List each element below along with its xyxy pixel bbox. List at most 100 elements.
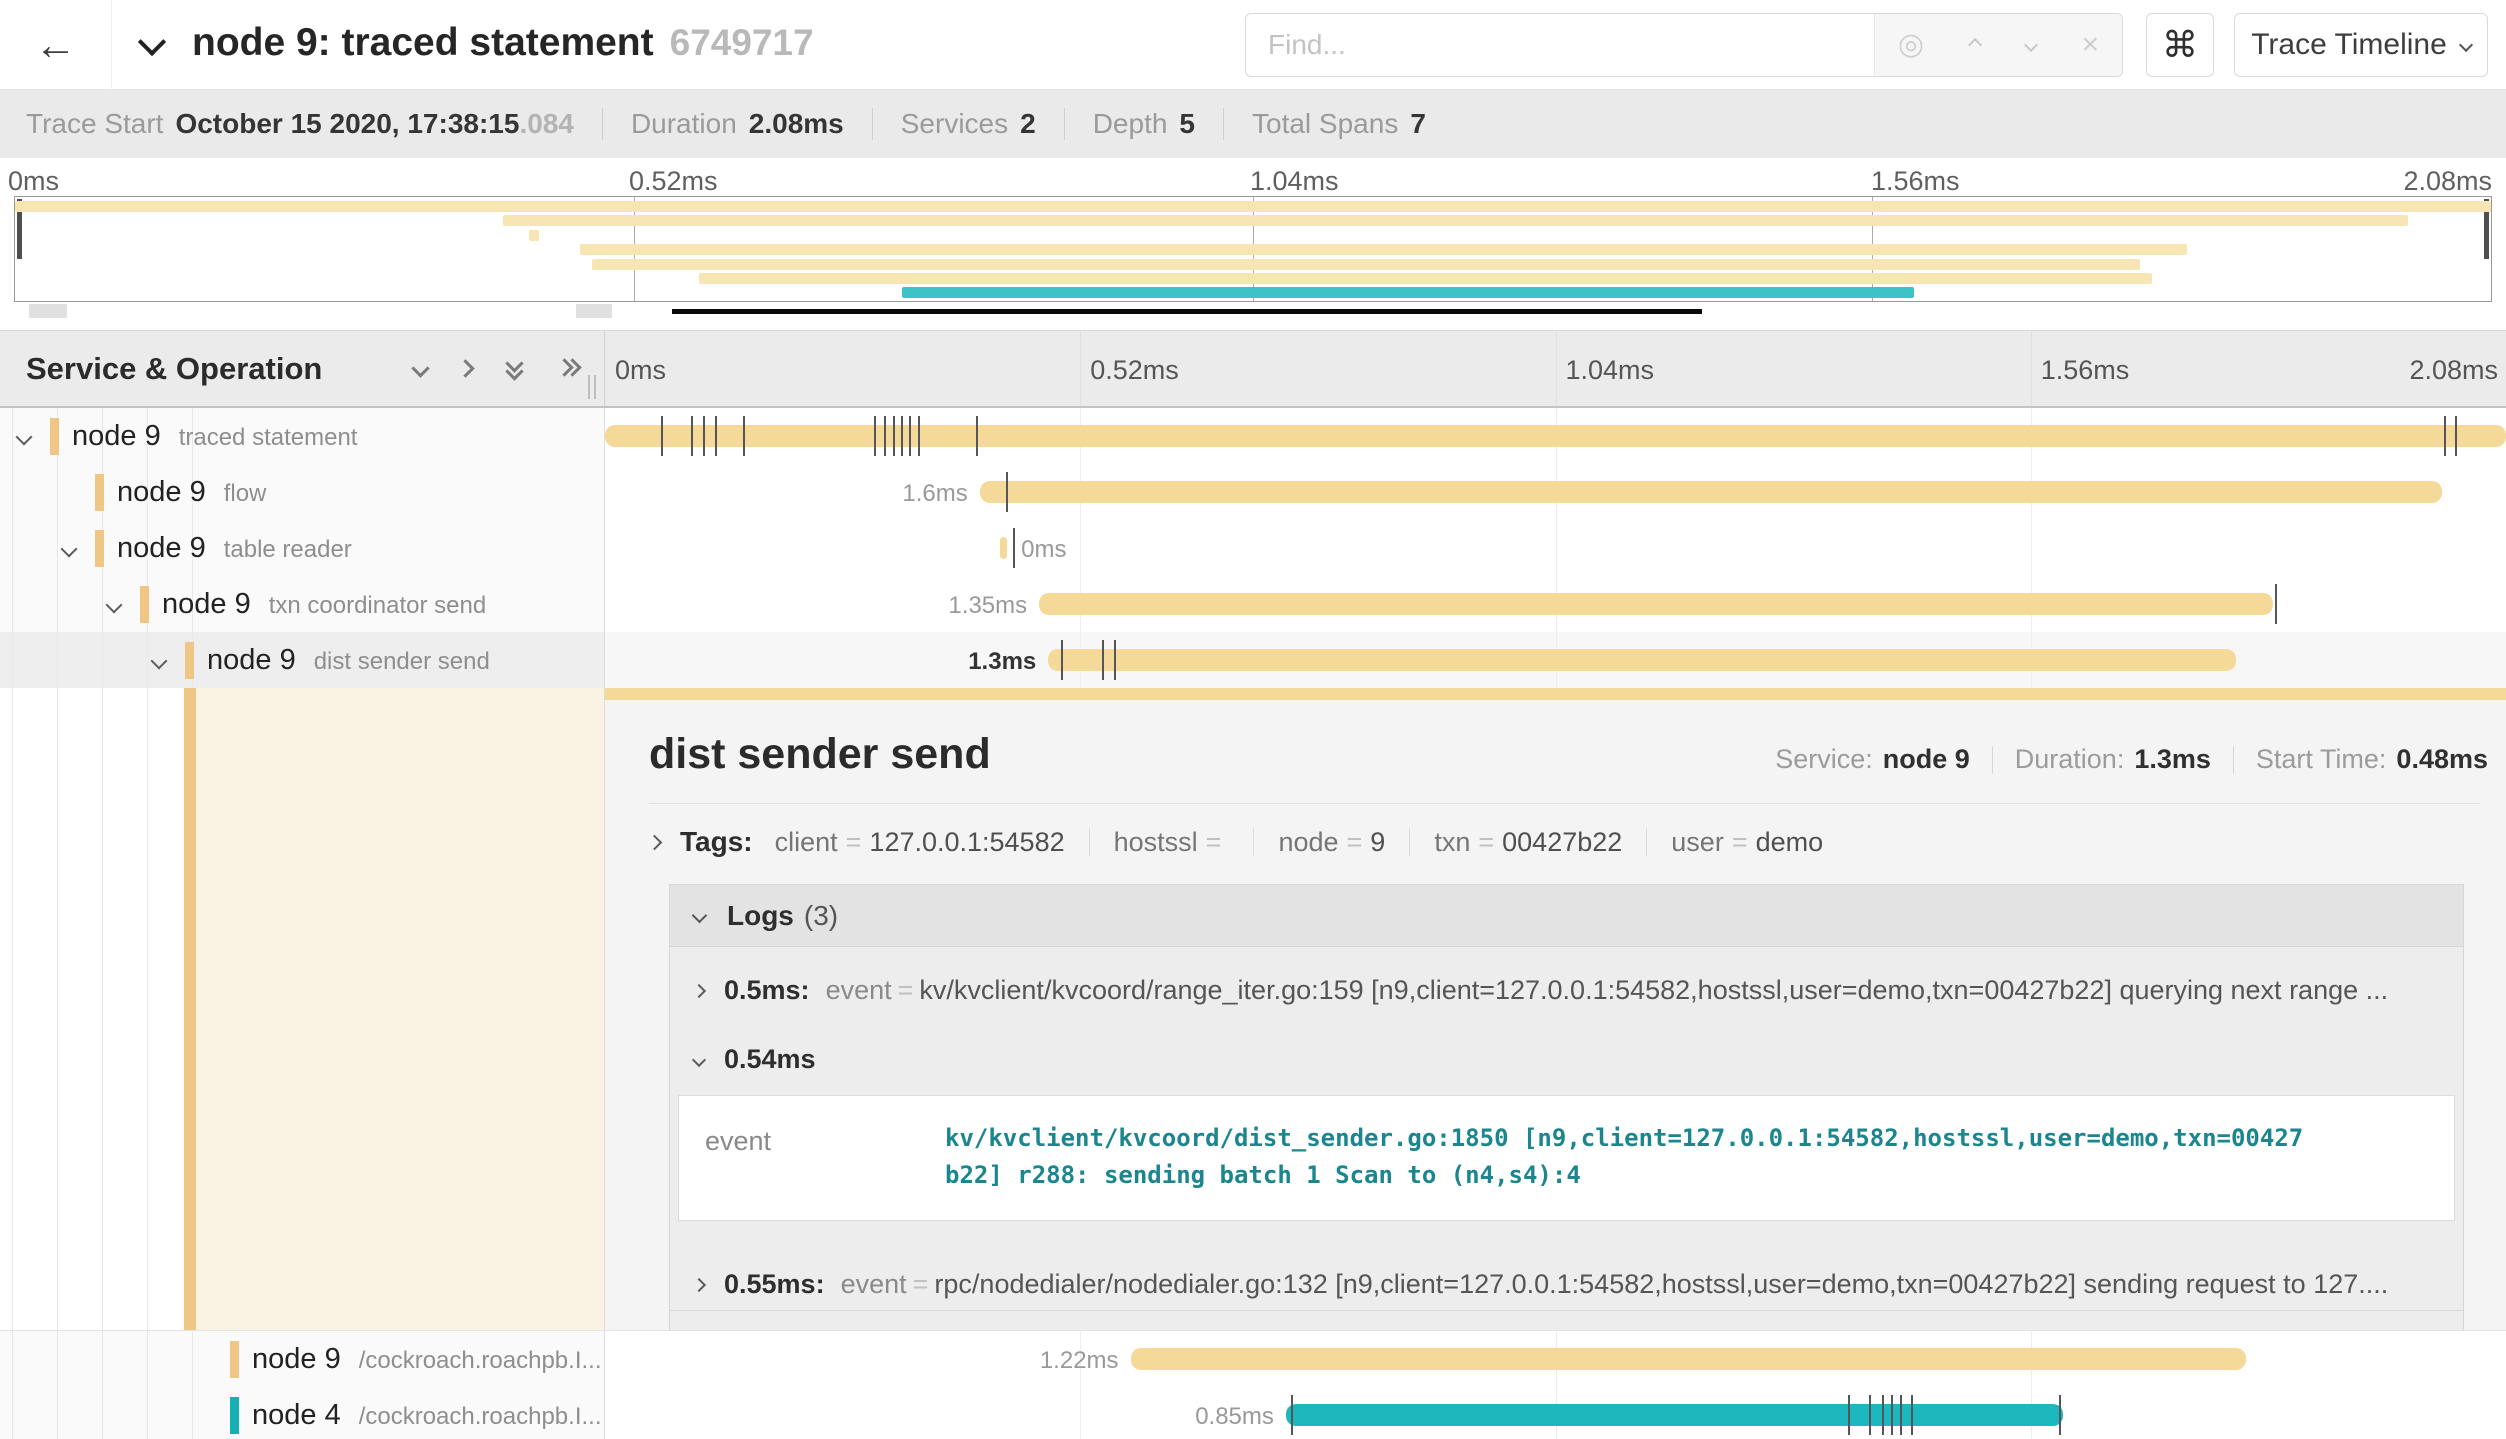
chevron-down-icon bbox=[692, 908, 708, 924]
collapse-one-icon[interactable] bbox=[411, 359, 429, 377]
jaeger-trace-page: ← node 9: traced statement6749717 ◎ × ⌘ … bbox=[0, 0, 2506, 1439]
expand-all-icon[interactable] bbox=[558, 357, 580, 379]
minimap-span-bar bbox=[902, 287, 1914, 298]
collapse-all-icon[interactable] bbox=[504, 357, 526, 379]
tags-toggle-row[interactable]: Tags: client=127.0.0.1:54582hostssl=node… bbox=[649, 826, 2488, 858]
minimap-viewport[interactable] bbox=[14, 196, 2492, 302]
chevron-right-icon bbox=[692, 1278, 706, 1292]
column-resizer-handle[interactable] bbox=[588, 375, 602, 399]
span-log-marker bbox=[661, 416, 663, 456]
tag-key: hostssl bbox=[1114, 827, 1198, 857]
span-row[interactable]: node 9flow1.6ms bbox=[0, 464, 2506, 520]
prev-result-icon[interactable] bbox=[1968, 38, 1982, 52]
span-row[interactable]: node 9traced statement bbox=[0, 408, 2506, 464]
span-duration-bar[interactable] bbox=[1039, 593, 2273, 615]
tag-value: demo bbox=[1756, 827, 1824, 857]
log-detail-key: event bbox=[705, 1120, 945, 1194]
span-row-timeline[interactable]: 1.6ms bbox=[605, 464, 2506, 520]
span-toggle-chevron-icon[interactable] bbox=[18, 430, 30, 448]
span-row-timeline[interactable]: 0ms bbox=[605, 520, 2506, 576]
span-service-name: node 4/cockroach.roachpb.I... bbox=[252, 1399, 602, 1432]
indent-guide bbox=[192, 1331, 193, 1387]
minimap-axis-tick: 2.08ms bbox=[2403, 166, 2492, 197]
span-toggle-chevron-icon[interactable] bbox=[108, 598, 120, 616]
span-row-timeline[interactable]: 0.85ms bbox=[605, 1387, 2506, 1439]
minimap-span-bar bbox=[699, 273, 2151, 284]
back-button[interactable]: ← bbox=[0, 0, 112, 90]
tag-value: 127.0.0.1:54582 bbox=[869, 827, 1064, 857]
span-log-marker bbox=[884, 416, 886, 456]
span-row-timeline[interactable]: 1.35ms bbox=[605, 576, 2506, 632]
span-duration-bar[interactable] bbox=[1048, 649, 2236, 671]
span-color-accent bbox=[140, 586, 149, 623]
span-toggle-chevron-icon[interactable] bbox=[63, 542, 75, 560]
minimap-scrollbar[interactable] bbox=[672, 309, 1702, 314]
log-entry-row[interactable]: 0.55ms:event=rpc/nodedialer/nodedialer.g… bbox=[670, 1241, 2463, 1310]
span-row-timeline[interactable]: 1.3ms bbox=[605, 632, 2506, 688]
span-detail-meta: Service:node 9Duration:1.3msStart Time:0… bbox=[1775, 744, 2488, 775]
log-entry-row-expanded[interactable]: 0.54ms bbox=[670, 1016, 2463, 1085]
span-row[interactable]: node 9/cockroach.roachpb.I...1.22ms bbox=[0, 1331, 2506, 1387]
log-timestamp: 0.5ms: bbox=[724, 975, 810, 1006]
span-color-strip bbox=[605, 688, 2506, 700]
summary-value: October 15 2020, 17:38:15.084 bbox=[175, 108, 573, 140]
indent-guide bbox=[57, 1387, 58, 1439]
logs-toggle-header[interactable]: Logs (3) bbox=[670, 885, 2463, 947]
span-toggle-chevron-icon[interactable] bbox=[153, 654, 165, 672]
tag-equals: = bbox=[1470, 827, 1502, 857]
span-row[interactable]: node 9dist sender send 1.3ms bbox=[0, 632, 2506, 688]
find-input[interactable] bbox=[1246, 14, 1874, 76]
find-tools: ◎ × bbox=[1874, 14, 2122, 76]
span-duration-bar[interactable] bbox=[1286, 1404, 2063, 1426]
indent-guide bbox=[147, 688, 148, 1330]
span-log-marker bbox=[1102, 640, 1104, 680]
span-duration-bar[interactable] bbox=[980, 481, 2442, 503]
expand-one-icon[interactable] bbox=[456, 359, 474, 377]
span-row[interactable]: node 9txn coordinator send1.35ms bbox=[0, 576, 2506, 632]
indent-guide bbox=[102, 632, 103, 688]
next-result-icon[interactable] bbox=[2024, 38, 2038, 52]
meta-separator bbox=[1992, 746, 1993, 774]
span-duration-bar[interactable] bbox=[1000, 537, 1007, 559]
match-count-icon: ◎ bbox=[1898, 30, 1924, 60]
span-duration-bar[interactable] bbox=[605, 425, 2506, 447]
minimap-scrollbar-handle[interactable] bbox=[576, 304, 612, 318]
span-row[interactable]: node 4/cockroach.roachpb.I...0.85ms bbox=[0, 1387, 2506, 1439]
tag-key: txn bbox=[1434, 827, 1470, 857]
tag-value: 00427b22 bbox=[1502, 827, 1622, 857]
chevron-down-icon bbox=[692, 1052, 706, 1066]
summary-value: 2.08ms bbox=[749, 108, 844, 140]
chevron-down-icon bbox=[16, 429, 33, 446]
indent-guide bbox=[147, 1387, 148, 1439]
keyboard-shortcuts-button[interactable]: ⌘ bbox=[2146, 13, 2214, 77]
indent-guide bbox=[147, 632, 148, 688]
timeline-axis-tick: 1.04ms bbox=[1566, 355, 1655, 386]
summary-separator bbox=[602, 108, 603, 140]
clear-search-icon[interactable]: × bbox=[2082, 30, 2100, 60]
span-service-name: node 9dist sender send bbox=[207, 644, 490, 677]
span-duration-label: 0ms bbox=[1021, 536, 1066, 564]
summary-item: Trace StartOctober 15 2020, 17:38:15.084 bbox=[26, 108, 574, 140]
span-row-timeline[interactable]: 1.22ms bbox=[605, 1331, 2506, 1387]
span-row-timeline[interactable] bbox=[605, 408, 2506, 464]
summary-label: Depth bbox=[1093, 108, 1168, 140]
indent-guide bbox=[12, 688, 13, 1330]
timeline-gridline bbox=[2031, 331, 2032, 406]
span-duration-bar[interactable] bbox=[1131, 1348, 2246, 1370]
span-operation-name: flow bbox=[224, 480, 267, 507]
trace-collapse-chevron-icon[interactable] bbox=[138, 28, 166, 56]
trace-view-selector[interactable]: Trace Timeline bbox=[2234, 13, 2488, 77]
detail-meta-value: node 9 bbox=[1883, 744, 1970, 774]
span-row[interactable]: node 9table reader 0ms bbox=[0, 520, 2506, 576]
log-field-key: event bbox=[841, 1269, 907, 1299]
span-row-left: node 9flow bbox=[0, 464, 605, 520]
minimap-axis-tick: 0ms bbox=[8, 166, 59, 197]
span-row-left: node 9table reader bbox=[0, 520, 605, 576]
span-log-marker bbox=[976, 416, 978, 456]
log-entry-row[interactable]: 0.5ms:event=kv/kvclient/kvcoord/range_it… bbox=[670, 947, 2463, 1016]
minimap-span-bar bbox=[529, 230, 539, 241]
tag-key: client bbox=[775, 827, 838, 857]
minimap-scrollbar-handle[interactable] bbox=[29, 304, 67, 318]
summary-value: 5 bbox=[1179, 108, 1195, 140]
log-timestamp: 0.55ms: bbox=[724, 1269, 825, 1300]
